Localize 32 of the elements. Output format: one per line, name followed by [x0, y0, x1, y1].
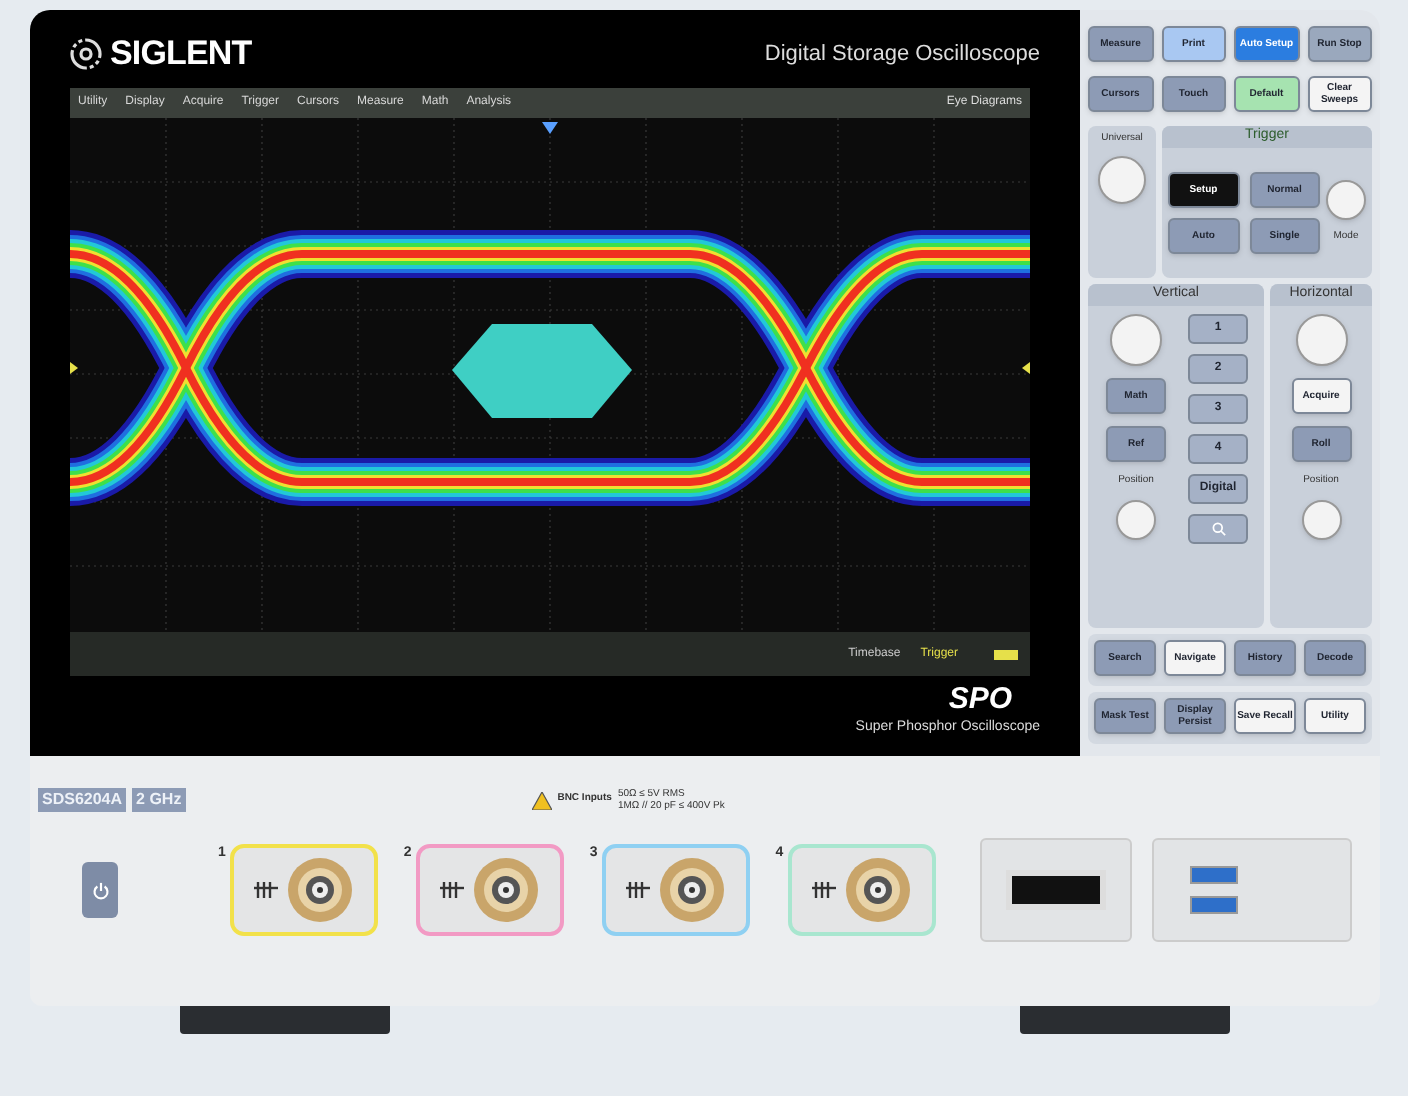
search-icon [1211, 521, 1225, 535]
logo-icon [70, 38, 102, 70]
trigger-level-marker-icon [70, 362, 78, 374]
model-label: SDS6204A [38, 788, 127, 812]
universal-knob[interactable] [1098, 155, 1146, 203]
warning-icon [531, 791, 552, 809]
brand-logo: SIGLENT [110, 32, 252, 77]
usb-port[interactable] [1189, 866, 1238, 884]
device-title: Digital Storage Oscilloscope [764, 39, 1040, 70]
power-button[interactable] [82, 862, 118, 918]
bnc-connector-drawing[interactable] [471, 856, 540, 924]
bnc-connector-drawing[interactable] [285, 856, 354, 924]
timebase-knob[interactable] [1295, 313, 1347, 365]
probe-contacts-icon [439, 882, 464, 898]
trigger-level-knob[interactable] [1326, 180, 1366, 220]
bandwidth-label: 2 GHz [132, 788, 186, 812]
channel-badge-icon[interactable] [994, 649, 1018, 659]
power-icon [91, 881, 109, 899]
bnc-connector-drawing[interactable] [657, 856, 726, 924]
scale-knob[interactable] [1110, 313, 1162, 365]
usb-port[interactable] [1189, 896, 1238, 914]
probe-contacts-icon [625, 882, 650, 898]
zoom-button[interactable] [1188, 513, 1248, 543]
position-knob[interactable] [1301, 500, 1341, 540]
channel-offset-marker-icon [1022, 362, 1030, 374]
probe-contacts-icon [811, 882, 836, 898]
position-knob[interactable] [1116, 500, 1156, 540]
trigger-position-marker-icon [542, 122, 558, 134]
spo-logo: SPO [948, 684, 1012, 714]
display-port [1005, 870, 1106, 910]
bnc-connector-drawing[interactable] [843, 856, 912, 924]
probe-contacts-icon [253, 882, 278, 898]
